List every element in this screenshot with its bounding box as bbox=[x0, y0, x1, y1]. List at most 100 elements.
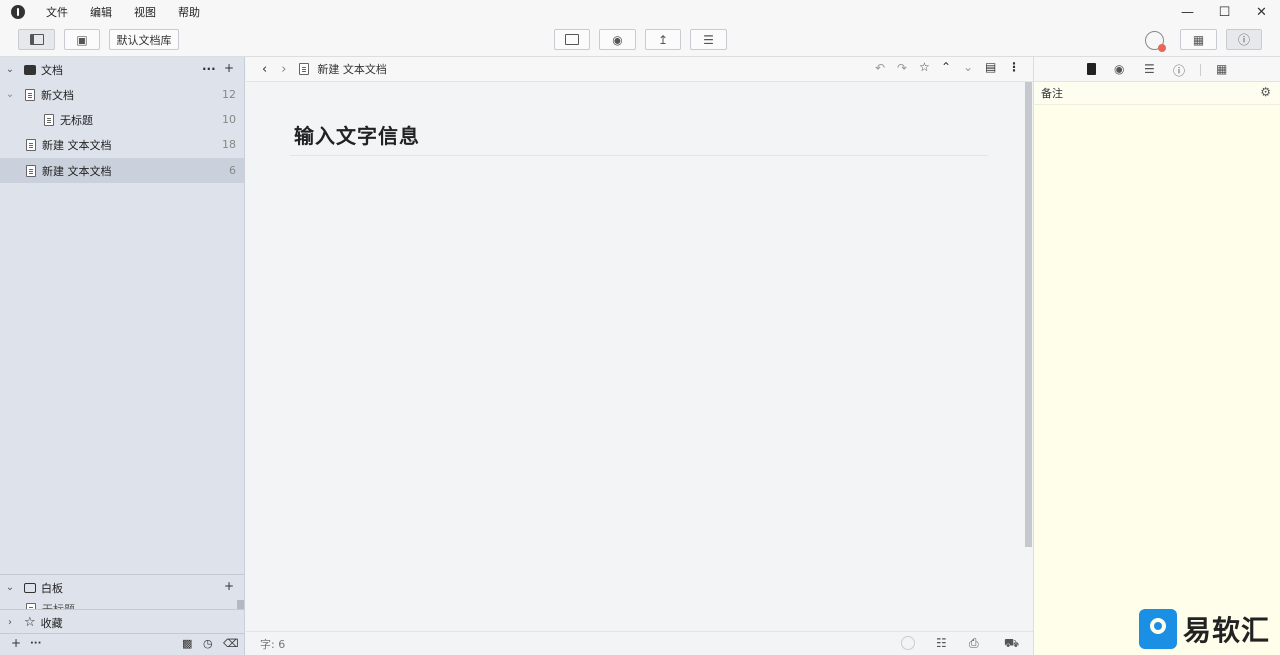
minimize-icon[interactable]: — bbox=[1169, 0, 1206, 24]
trash-icon[interactable]: ⌫ bbox=[223, 637, 239, 650]
whiteboard-list-clip: 无标题 bbox=[0, 600, 244, 609]
fullscreen-icon bbox=[565, 34, 579, 45]
toggle-sidebar-button[interactable] bbox=[18, 29, 55, 50]
app-logo-icon bbox=[11, 5, 25, 19]
history-icon[interactable]: ◷ bbox=[203, 637, 213, 650]
sidebar: ⌄ 文档 ··· + ⌄ 新文档 12 无标题 10 新建 文本文档 18 新建… bbox=[0, 57, 245, 655]
watermark: 易软汇 bbox=[1138, 609, 1270, 649]
tree-item[interactable]: 无标题 10 bbox=[0, 107, 244, 132]
forward-icon[interactable]: › bbox=[281, 62, 286, 77]
whiteboard-icon bbox=[24, 582, 36, 593]
sidebar-layout-icon bbox=[29, 34, 44, 45]
export-button[interactable]: ↥ bbox=[645, 29, 681, 50]
menu-edit[interactable]: 编辑 bbox=[90, 4, 112, 20]
menu-help[interactable]: 帮助 bbox=[178, 4, 200, 20]
back-icon[interactable]: ‹ bbox=[262, 62, 267, 77]
footer-add-button[interactable]: + bbox=[11, 636, 21, 650]
toolbar: ▣ 默认文档库 ◉ ↥ ☰ ▦ ⓘ bbox=[0, 24, 1280, 57]
watermark-text: 易软汇 bbox=[1182, 614, 1270, 647]
whiteboard-add-button[interactable]: + bbox=[224, 579, 234, 593]
tree-item-selected[interactable]: 新建 文本文档 6 bbox=[0, 158, 244, 183]
grid-icon: ▦ bbox=[1192, 32, 1205, 47]
notes-area[interactable]: 易软汇 bbox=[1033, 105, 1280, 655]
gear-icon[interactable]: ⚙ bbox=[1260, 85, 1271, 99]
docs-section-header[interactable]: ⌄ 文档 ··· + bbox=[0, 57, 244, 82]
preview-button[interactable]: ◉ bbox=[599, 29, 636, 50]
statistics-button[interactable]: ▣ bbox=[64, 29, 100, 50]
document-icon bbox=[26, 138, 36, 151]
maximize-icon[interactable]: ☐ bbox=[1206, 0, 1243, 24]
notification-dot bbox=[1158, 44, 1166, 52]
outline-button[interactable]: ☰ bbox=[690, 29, 727, 50]
archive-icon bbox=[24, 64, 36, 75]
progress-ring-icon[interactable] bbox=[901, 636, 915, 650]
tree-item-count: 12 bbox=[222, 88, 236, 101]
more-vertical-icon[interactable]: ⋮ bbox=[1008, 60, 1020, 74]
favorite-star-icon[interactable]: ☆ bbox=[919, 60, 930, 74]
undo-icon[interactable]: ↶ bbox=[875, 61, 885, 75]
info-circle-icon[interactable]: ⓘ bbox=[1173, 62, 1185, 79]
tree-item[interactable]: ⌄ 新文档 12 bbox=[0, 82, 244, 107]
list-icon[interactable]: ☰ bbox=[1144, 62, 1155, 76]
notebook-icon[interactable] bbox=[1087, 63, 1096, 75]
tree-item-label: 新文档 bbox=[41, 88, 74, 102]
upload-icon: ↥ bbox=[657, 32, 669, 47]
info-icon: ⓘ bbox=[1237, 33, 1250, 47]
library-button[interactable]: 默认文档库 bbox=[109, 29, 179, 50]
document-title[interactable]: 输入文字信息 bbox=[294, 120, 420, 149]
statistics-icon[interactable]: ▩ bbox=[182, 637, 192, 650]
footer-more-button[interactable]: ··· bbox=[30, 638, 41, 649]
info-panel-button[interactable]: ⓘ bbox=[1226, 29, 1262, 50]
tree-item[interactable]: 新建 文本文档 18 bbox=[0, 132, 244, 157]
chevron-right-icon[interactable]: › bbox=[5, 617, 15, 628]
camera-icon[interactable]: ◉ bbox=[1114, 62, 1124, 76]
editor-scrollbar[interactable] bbox=[1025, 82, 1032, 547]
menu-file[interactable]: 文件 bbox=[46, 4, 68, 20]
whiteboard-section-header[interactable]: ⌄ 白板 + bbox=[0, 575, 244, 600]
tab-divider bbox=[1200, 64, 1201, 76]
title-divider bbox=[290, 155, 988, 156]
text-lines-icon: ☰ bbox=[703, 32, 714, 47]
scrollbar-thumb[interactable] bbox=[237, 600, 244, 609]
chevron-down-icon[interactable]: ⌄ bbox=[5, 64, 15, 75]
window-controls: — ☐ ✕ bbox=[1169, 0, 1280, 24]
tree-item-count: 6 bbox=[229, 164, 236, 177]
favorites-section-header[interactable]: › ☆ 收藏 bbox=[0, 610, 244, 635]
user-avatar-icon[interactable] bbox=[1145, 31, 1166, 52]
editor-header: ‹ › 新建 文本文档 ↶ ↷ ☆ ⌃ ⌄ ▤ ⋮ bbox=[246, 57, 1033, 82]
chevron-down-icon[interactable]: ⌄ bbox=[963, 60, 973, 74]
focus-mode-button[interactable] bbox=[554, 29, 590, 50]
docs-section-label: 文档 bbox=[41, 63, 63, 77]
star-icon: ☆ bbox=[24, 615, 36, 630]
breadcrumb[interactable]: 新建 文本文档 bbox=[317, 61, 387, 77]
menu-bar: 文件 编辑 视图 帮助 — ☐ ✕ bbox=[0, 0, 1280, 24]
document-icon bbox=[299, 63, 310, 75]
word-count: 字: 6 bbox=[260, 637, 286, 651]
editor-area[interactable]: 输入文字信息 bbox=[246, 82, 1026, 631]
favorites-section-label: 收藏 bbox=[40, 616, 63, 630]
status-bar: 字: 6 ☷ ⎙ ⛟ bbox=[246, 631, 1033, 655]
section-divider bbox=[0, 633, 244, 634]
layout-grid-button[interactable]: ▦ bbox=[1180, 29, 1217, 50]
bar-chart-icon: ▣ bbox=[76, 32, 88, 47]
tree-item-count: 18 bbox=[222, 138, 236, 151]
watermark-logo-icon bbox=[1138, 609, 1177, 649]
docs-more-button[interactable]: ··· bbox=[202, 62, 216, 76]
chevron-up-icon[interactable]: ⌃ bbox=[941, 60, 951, 74]
redo-icon[interactable]: ↷ bbox=[897, 61, 907, 75]
tree-item-label: 无标题 bbox=[42, 601, 75, 609]
tree-item[interactable]: 无标题 bbox=[26, 601, 75, 609]
theme-shirt-icon[interactable]: ⛟ bbox=[1004, 636, 1019, 652]
split-view-icon[interactable]: ▤ bbox=[985, 60, 996, 74]
docs-add-button[interactable]: + bbox=[224, 61, 234, 75]
document-icon bbox=[44, 113, 54, 126]
map-icon[interactable]: ▦ bbox=[1216, 62, 1227, 76]
notes-header: 备注 ⚙ bbox=[1033, 82, 1280, 105]
paint-roller-icon[interactable]: ☷ bbox=[936, 636, 947, 650]
chevron-down-icon[interactable]: ⌄ bbox=[5, 582, 15, 593]
chevron-down-icon[interactable]: ⌄ bbox=[5, 89, 15, 100]
document-icon bbox=[25, 88, 35, 101]
menu-view[interactable]: 视图 bbox=[134, 4, 156, 20]
close-icon[interactable]: ✕ bbox=[1243, 0, 1280, 24]
printer-icon[interactable]: ⎙ bbox=[969, 636, 979, 651]
